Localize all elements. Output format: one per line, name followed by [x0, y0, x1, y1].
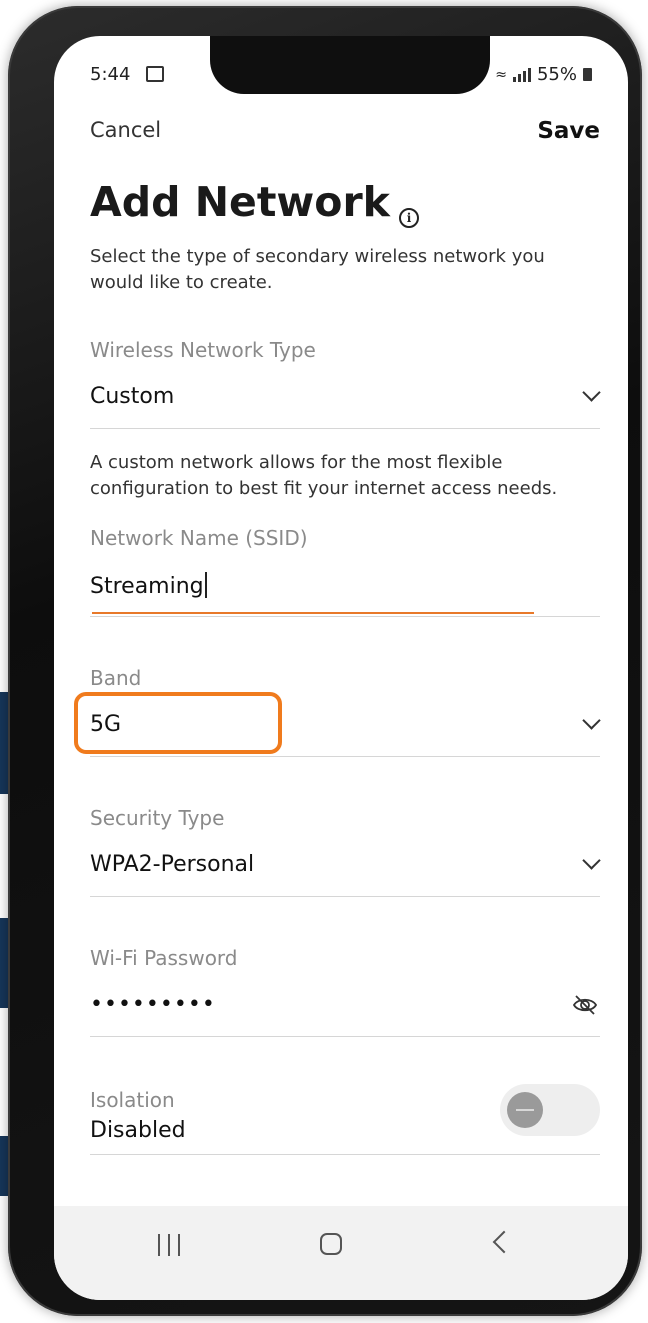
info-icon[interactable]: i	[399, 208, 419, 228]
band-highlight-box	[74, 692, 282, 754]
network-type-description: A custom network allows for the most fle…	[90, 452, 558, 499]
isolation-status: Disabled	[90, 1118, 186, 1143]
band-label: Band	[90, 666, 142, 690]
cancel-button[interactable]: Cancel	[90, 118, 161, 142]
security-type-select[interactable]: WPA2-Personal	[90, 852, 254, 877]
security-type-label: Security Type	[90, 806, 225, 830]
phone-screen: 5:44 ≈ 55% Cancel Save Add Network i Sel…	[54, 36, 628, 1300]
chevron-down-icon[interactable]	[582, 383, 601, 402]
ssid-value: Streaming	[90, 574, 204, 599]
home-icon[interactable]	[320, 1233, 342, 1255]
divider	[90, 1154, 600, 1155]
status-right: ≈ 55%	[495, 64, 592, 85]
isolation-label: Isolation	[90, 1088, 175, 1112]
phone-frame: 5:44 ≈ 55% Cancel Save Add Network i Sel…	[8, 6, 642, 1316]
isolation-toggle[interactable]	[500, 1084, 600, 1136]
divider	[90, 896, 600, 897]
divider	[90, 616, 600, 617]
ssid-input[interactable]: Streaming	[90, 572, 207, 599]
top-action-bar: Cancel Save	[90, 118, 600, 148]
signal-icon	[512, 67, 531, 82]
ssid-focus-underline	[92, 612, 534, 614]
wifi-password-input[interactable]: •••••••••	[90, 992, 216, 1017]
page-subtitle: Select the type of secondary wireless ne…	[90, 246, 545, 293]
gallery-icon	[146, 66, 164, 82]
wifi-password-label: Wi-Fi Password	[90, 946, 238, 970]
divider	[90, 428, 600, 429]
text-cursor	[204, 572, 207, 598]
chevron-down-icon[interactable]	[582, 851, 601, 870]
battery-icon	[583, 68, 592, 81]
wifi-calling-icon: ≈	[495, 66, 507, 83]
toggle-knob	[507, 1092, 543, 1128]
battery-level: 55%	[536, 64, 577, 85]
divider	[90, 1036, 600, 1037]
ssid-label: Network Name (SSID)	[90, 526, 308, 550]
status-time: 5:44	[90, 64, 131, 85]
save-button[interactable]: Save	[537, 118, 600, 144]
recent-apps-icon[interactable]	[158, 1234, 180, 1256]
back-icon[interactable]	[492, 1230, 516, 1254]
eye-off-icon[interactable]	[572, 994, 598, 1016]
divider	[90, 756, 600, 757]
page-title: Add Network	[90, 178, 390, 226]
system-nav-bar	[54, 1206, 628, 1300]
network-type-select[interactable]: Custom	[90, 384, 174, 409]
chevron-down-icon[interactable]	[582, 711, 601, 730]
status-bar: 5:44 ≈ 55%	[54, 64, 628, 94]
network-type-label: Wireless Network Type	[90, 338, 316, 362]
